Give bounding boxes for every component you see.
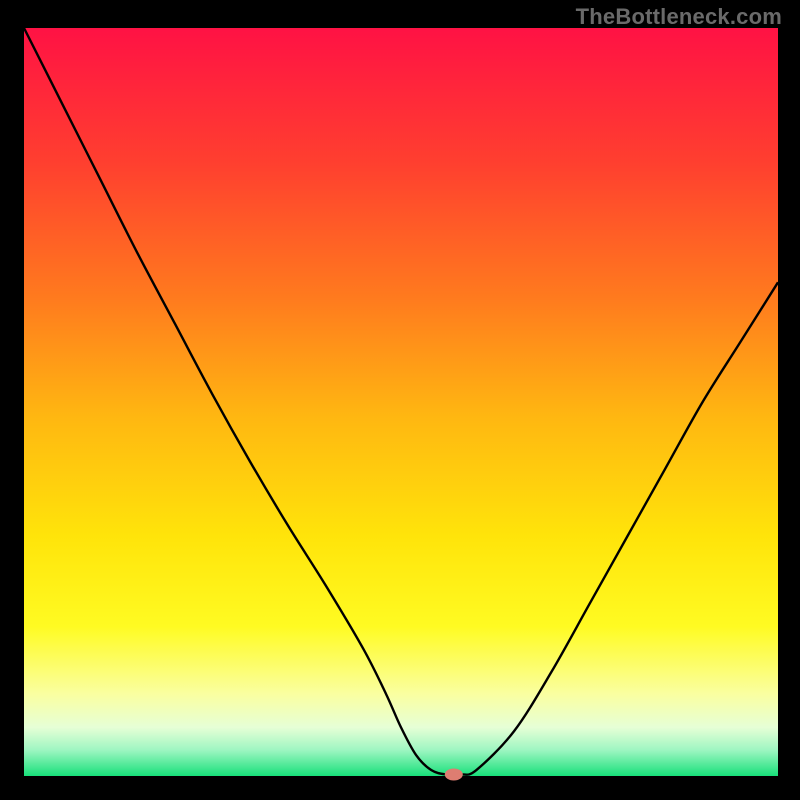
chart-frame: TheBottleneck.com [0, 0, 800, 800]
bottleneck-chart [0, 0, 800, 800]
plot-background [24, 28, 778, 776]
watermark-label: TheBottleneck.com [576, 4, 782, 30]
marker-dot [445, 769, 463, 781]
